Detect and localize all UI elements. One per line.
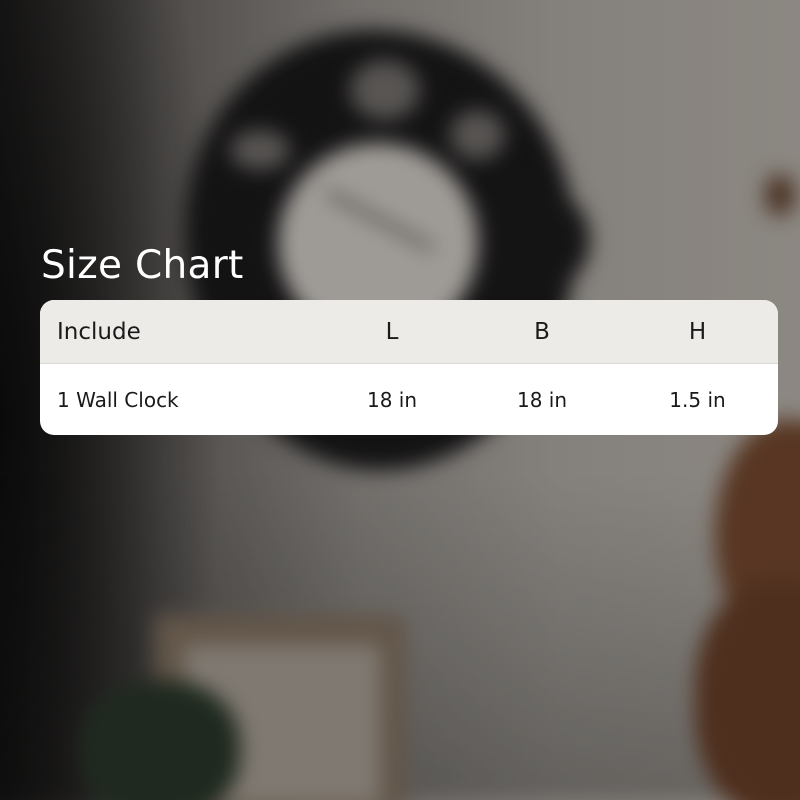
table-header-row: Include L B H [40,300,778,364]
column-header-height: H [617,300,778,364]
cell-height: 1.5 in [669,387,726,412]
cell-item-name: 1 Wall Clock [57,387,179,412]
page-title: Size Chart [41,243,244,288]
cell-breadth: 18 in [516,387,568,412]
column-header-length: L [317,300,467,364]
size-chart-table: Include L B H 1 Wall Clock 18 in 18 in 1… [40,300,778,435]
column-header-include: Include [40,300,317,364]
table-row: 1 Wall Clock 18 in 18 in 1.5 in [40,364,778,435]
cell-length: 18 in [366,387,418,412]
column-header-breadth: B [467,300,617,364]
